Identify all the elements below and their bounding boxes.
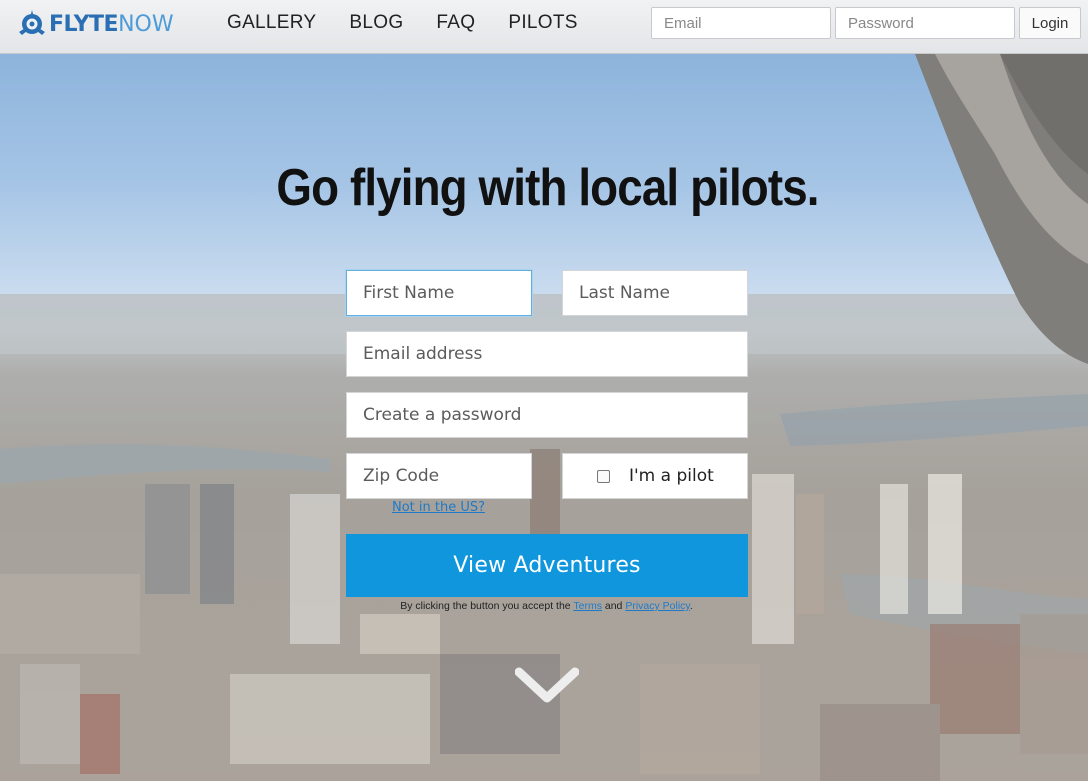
- propeller-logo-icon: [19, 10, 45, 35]
- flytenow-logo[interactable]: FLYTENOW: [16, 8, 174, 40]
- first-name-input[interactable]: [346, 270, 532, 316]
- logo-text-flyte: FLYTE: [49, 11, 119, 37]
- view-adventures-button[interactable]: View Adventures: [346, 534, 748, 597]
- login-email-input[interactable]: [651, 7, 831, 39]
- chevron-down-icon[interactable]: [515, 666, 579, 706]
- pilot-toggle[interactable]: I'm a pilot: [562, 453, 748, 499]
- terms-prefix: By clicking the button you accept the: [400, 600, 574, 612]
- pilot-checkbox[interactable]: [597, 469, 610, 483]
- pilot-label: I'm a pilot: [629, 466, 714, 486]
- logo-text-now: NOW: [118, 11, 174, 37]
- login-button[interactable]: Login: [1019, 7, 1081, 39]
- signup-password-input[interactable]: [346, 392, 748, 438]
- nav-pilots[interactable]: PILOTS: [508, 12, 577, 34]
- signup-email-input[interactable]: [346, 331, 748, 377]
- nav-faq[interactable]: FAQ: [436, 12, 475, 34]
- main-nav: GALLERY BLOG FAQ PILOTS: [227, 12, 578, 34]
- terms-link[interactable]: Terms: [573, 600, 602, 612]
- hero-headline: Go flying with local pilots.: [276, 159, 819, 217]
- not-in-us-link[interactable]: Not in the US?: [392, 500, 485, 515]
- login-password-input[interactable]: [835, 7, 1015, 39]
- zip-code-input[interactable]: [346, 453, 532, 499]
- nav-blog[interactable]: BLOG: [349, 12, 403, 34]
- last-name-input[interactable]: [562, 270, 748, 316]
- terms-notice: By clicking the button you accept the Te…: [0, 600, 1088, 612]
- privacy-policy-link[interactable]: Privacy Policy: [625, 600, 690, 612]
- terms-middle: and: [601, 600, 626, 612]
- nav-gallery[interactable]: GALLERY: [227, 12, 316, 34]
- terms-suffix: .: [689, 600, 693, 612]
- top-header: FLYTENOW GALLERY BLOG FAQ PILOTS Login: [0, 0, 1088, 54]
